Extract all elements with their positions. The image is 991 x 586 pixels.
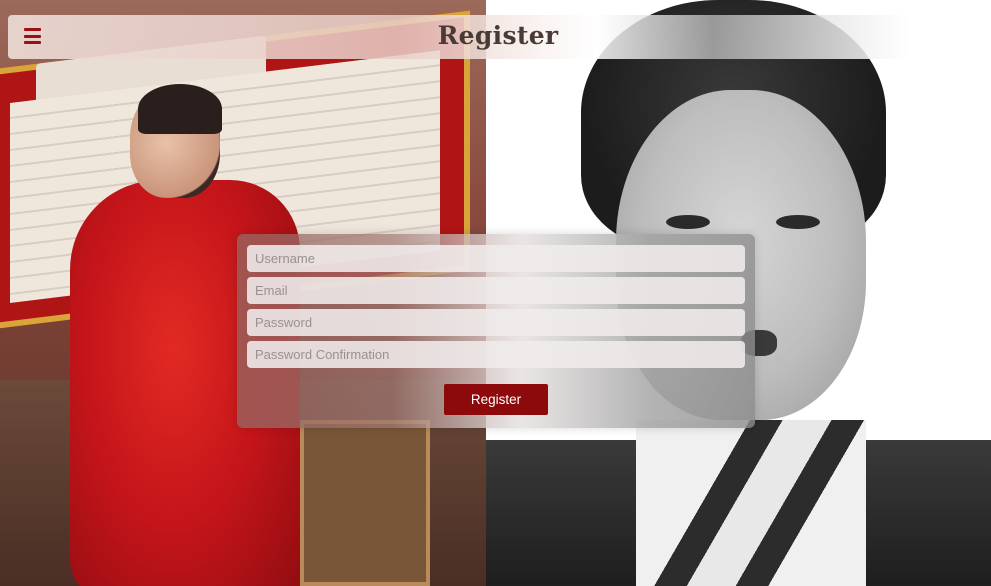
username-input[interactable] xyxy=(247,245,745,272)
top-header-bar: Register xyxy=(8,15,988,59)
portrait-eye-left xyxy=(666,215,710,229)
page-title: Register xyxy=(437,21,559,50)
email-input[interactable] xyxy=(247,277,745,304)
password-confirmation-input[interactable] xyxy=(247,341,745,368)
password-input[interactable] xyxy=(247,309,745,336)
portrait-collar xyxy=(636,420,866,586)
register-form: Register xyxy=(237,234,755,428)
building-door xyxy=(300,420,430,586)
portrait-eye-right xyxy=(776,215,820,229)
register-button[interactable]: Register xyxy=(444,384,548,415)
model-hair xyxy=(138,84,222,134)
